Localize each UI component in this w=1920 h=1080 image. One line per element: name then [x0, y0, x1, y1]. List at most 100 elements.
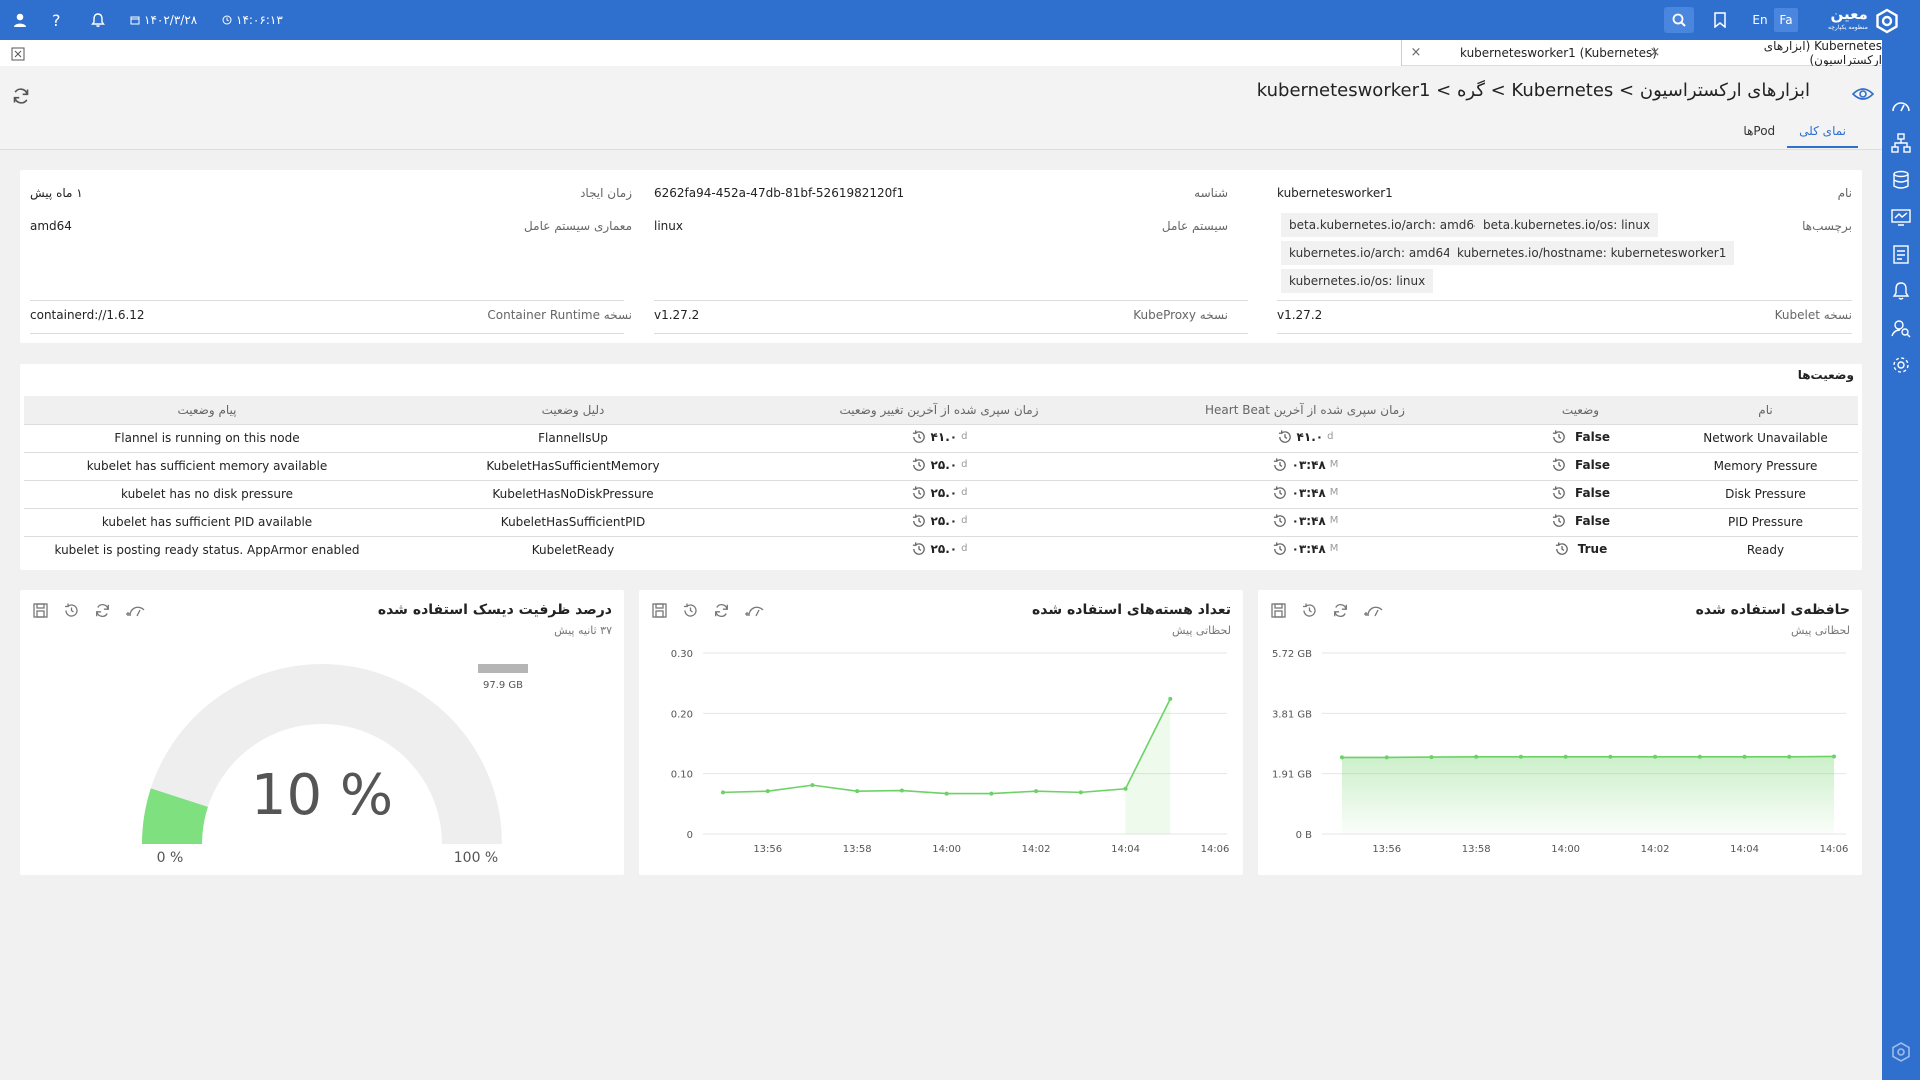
data-point	[1168, 696, 1173, 701]
created-value: ۱ ماه پیش	[30, 186, 83, 200]
logo-text: معین منظومه یکپارچه	[1828, 5, 1868, 32]
x-tick-label: 14:02	[1641, 844, 1670, 855]
data-point	[1078, 790, 1083, 795]
x-tick-label: 14:04	[1730, 844, 1759, 855]
memory-area-chart: 0 B 1.91 GB 3.81 GB 5.72 GB 13:56 13:58 14:00 1…	[1272, 649, 1848, 855]
legend-label: 97.9 GB	[483, 680, 523, 691]
column-header: دلیل وضعیت	[390, 396, 756, 424]
series-line	[1342, 755, 1835, 759]
kubelet-value: v1.27.2	[1277, 308, 1323, 322]
right-sidebar	[1882, 40, 1920, 1080]
divider	[1277, 333, 1852, 334]
divider	[654, 300, 1248, 301]
monitor-icon[interactable]	[1891, 207, 1911, 227]
x-tick-label: 14:00	[932, 844, 961, 855]
id-label: شناسه	[1194, 186, 1228, 200]
condition-name: Disk Pressure	[1673, 479, 1858, 508]
name-label: نام	[1837, 186, 1852, 200]
column-header: پیام وضعیت	[24, 396, 390, 424]
tab-empty-area	[0, 40, 1402, 66]
condition-reason: KubeletHasSufficientMemory	[390, 451, 756, 480]
bell-icon[interactable]	[90, 0, 106, 40]
disk-gauge-chart: 10 % 0 % 100 % 97.9 GB	[142, 664, 528, 866]
search-button[interactable]	[1664, 7, 1694, 33]
history-icon	[912, 485, 925, 499]
kubeproxy-label: نسخه KubeProxy	[1133, 308, 1228, 322]
condition-message: kubelet has no disk pressure	[24, 479, 390, 508]
table-header-row: پیام وضعیت دلیل وضعیت زمان سپری شده از آ…	[24, 396, 1858, 424]
page-header: ابزارهای ارکستراسیون > Kubernetes > گره …	[0, 66, 1882, 150]
alert-bell-icon[interactable]	[1891, 281, 1911, 301]
condition-status: False	[1488, 507, 1673, 536]
heartbeat-time: ۰۳:۴۸ M	[1122, 451, 1488, 480]
report-icon[interactable]	[1891, 244, 1911, 264]
settings-gear-icon[interactable]	[1891, 355, 1911, 375]
tab-node[interactable]: (Kubernetes) kubernetesworker1	[1460, 40, 1657, 66]
tab-kubernetes[interactable]: Kubernetes (ابزارهای ارکستراسیون)	[1697, 39, 1882, 67]
help-icon[interactable]: ?	[52, 0, 61, 40]
condition-message: kubelet is posting ready status. AppArmo…	[24, 535, 390, 564]
user-search-icon[interactable]	[1891, 318, 1911, 338]
refresh-icon[interactable]	[11, 86, 31, 110]
data-point	[721, 790, 725, 795]
heartbeat-time: ۰۳:۴۸ M	[1122, 507, 1488, 536]
x-tick-label: 13:58	[1462, 844, 1491, 855]
y-tick-label: 0	[687, 830, 693, 841]
document-tabs: × (Kubernetes) kubernetesworker1 × Kuber…	[0, 39, 1882, 67]
tab-overview[interactable]: نمای کلی	[1787, 118, 1858, 148]
label-chip: kubernetes.io/os: linux	[1281, 269, 1434, 293]
y-tick-label: 0.20	[671, 709, 693, 720]
arch-label: معماری سیستم عامل	[524, 219, 632, 233]
condition-status: False	[1488, 479, 1673, 508]
os-label: سیستم عامل	[1161, 219, 1228, 233]
y-tick-label: 3.81 GB	[1272, 709, 1312, 720]
calendar-icon	[130, 16, 140, 25]
tab-pods[interactable]: Podها	[1731, 118, 1787, 148]
history-icon	[1555, 542, 1568, 555]
top-bar: ? ۱۴۰۲/۳/۲۸ ۱۴:۰۶:۱۳ En Fa معین منظومه ی…	[0, 0, 1920, 40]
topology-icon[interactable]	[1891, 133, 1911, 153]
kubeproxy-value: v1.27.2	[654, 308, 700, 322]
series-area	[1342, 756, 1834, 834]
close-all-tabs-icon[interactable]	[11, 46, 25, 65]
disk-usage-panel: درصد ظرفیت دیسک استفاده شده ۳۷ ثانیه پیش…	[20, 590, 624, 875]
data-point	[899, 788, 904, 793]
eye-icon[interactable]	[1851, 86, 1875, 106]
conditions-table: پیام وضعیت دلیل وضعیت زمان سپری شده از آ…	[24, 396, 1858, 564]
tab-close-icon[interactable]: ×	[1409, 45, 1423, 60]
data-point	[1034, 789, 1039, 794]
history-icon	[1273, 485, 1286, 499]
condition-message: kubelet has sufficient memory available	[24, 451, 390, 480]
condition-status: False	[1488, 451, 1673, 480]
created-label: زمان ایجاد	[580, 186, 632, 200]
condition-name: PID Pressure	[1673, 507, 1858, 536]
heartbeat-time: ۰۳:۴۸ M	[1122, 479, 1488, 508]
transition-time: ۲۵.۰ d	[756, 451, 1122, 480]
transition-time: ۲۵.۰ d	[756, 507, 1122, 536]
tab-close-icon[interactable]: ×	[1648, 45, 1662, 60]
data-point	[855, 789, 860, 794]
database-icon[interactable]	[1891, 170, 1911, 190]
history-icon	[1273, 513, 1286, 527]
divider	[30, 300, 624, 301]
data-point	[1653, 754, 1658, 759]
heartbeat-time: ۰۳:۴۸ M	[1122, 535, 1488, 564]
lang-fa-button[interactable]: Fa	[1774, 8, 1798, 32]
history-icon	[912, 457, 925, 471]
y-tick-label: 0.10	[671, 770, 693, 781]
dashboard-icon[interactable]	[1891, 97, 1911, 117]
transition-time: ۲۵.۰ d	[756, 535, 1122, 564]
y-tick-label: 1.91 GB	[1272, 770, 1312, 781]
node-info-card: نام kubernetesworker1 شناسه 6262fa94-452…	[20, 170, 1862, 343]
y-tick-label: 5.72 GB	[1272, 649, 1312, 660]
condition-status: False	[1488, 423, 1673, 452]
lang-en-button[interactable]: En	[1748, 8, 1772, 32]
history-icon	[912, 513, 925, 527]
data-point	[1429, 755, 1434, 760]
label-chip: beta.kubernetes.io/os: linux	[1475, 213, 1659, 237]
label-chip: beta.kubernetes.io/arch: amd64	[1281, 213, 1490, 237]
bookmark-icon[interactable]	[1713, 0, 1727, 40]
column-header: زمان سپری شده از آخرین تغییر وضعیت	[756, 396, 1122, 424]
user-icon[interactable]	[12, 0, 28, 40]
cores-line-chart: 0 0.10 0.20 0.30 13:56 13:58 14:00 14:02 14:04 14…	[671, 649, 1230, 855]
